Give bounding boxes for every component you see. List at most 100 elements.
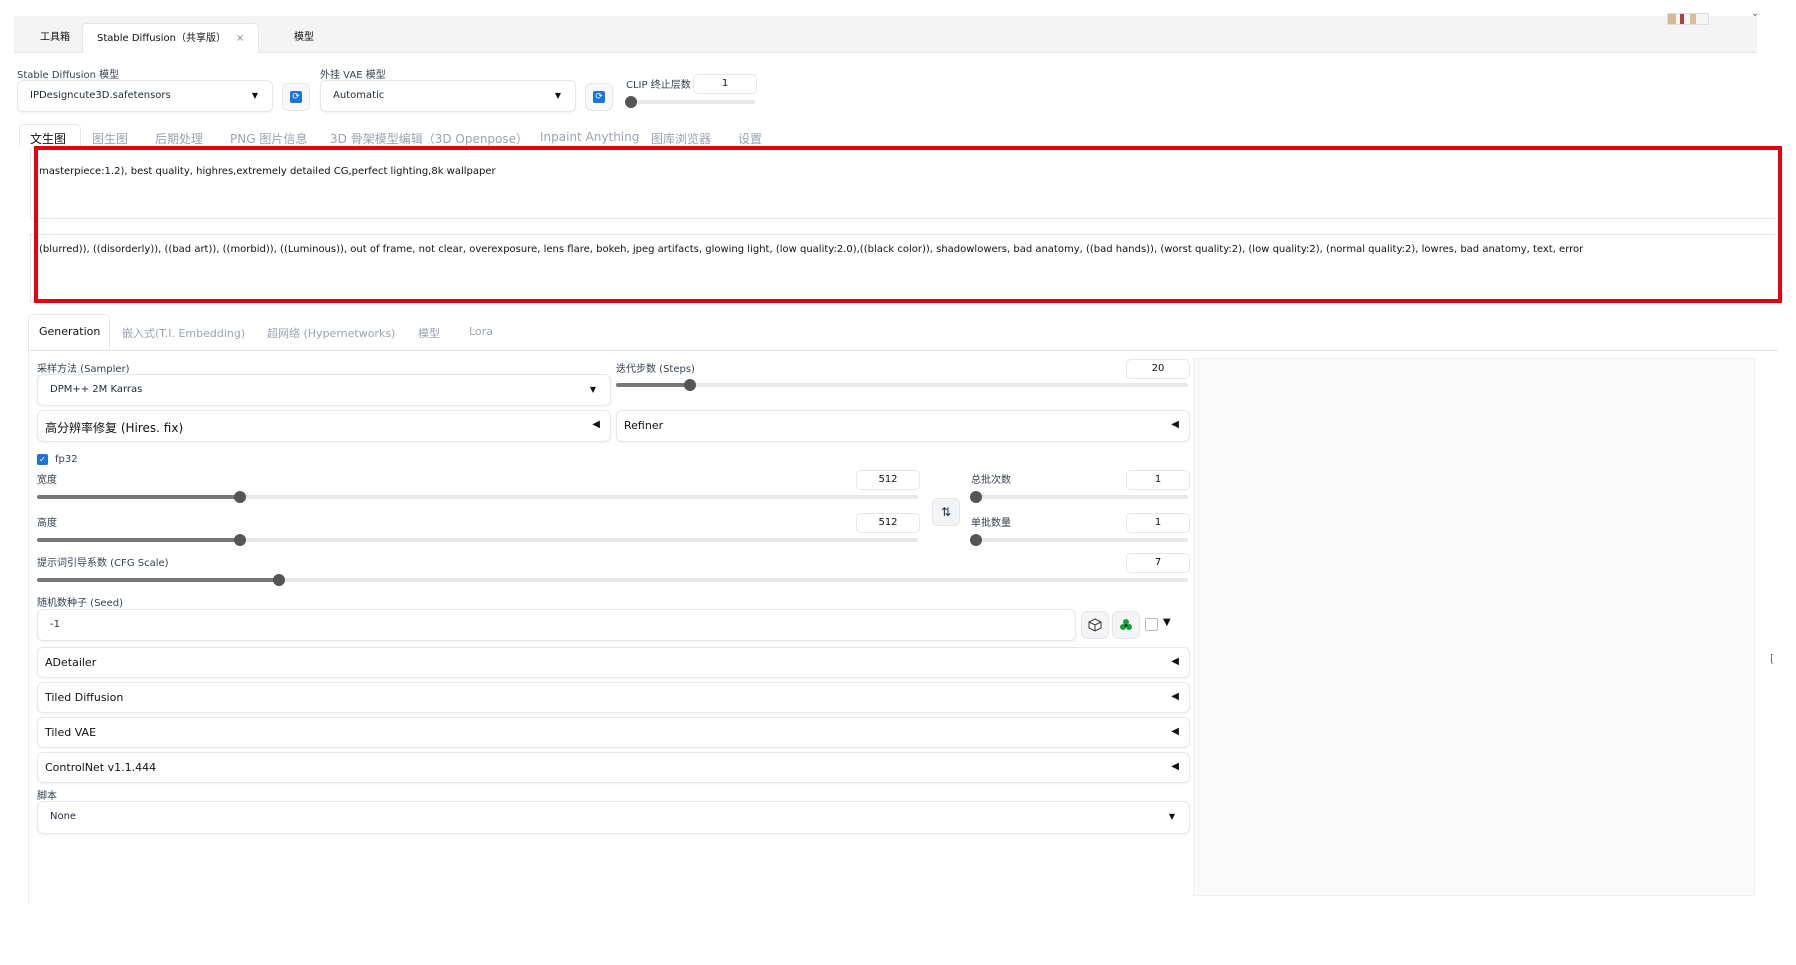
tab-settings[interactable]: 设置: [738, 130, 762, 147]
height-label: 高度: [37, 518, 57, 529]
top-tab-models[interactable]: 模型: [280, 23, 328, 52]
cfg-scale-label: 提示词引导系数 (CFG Scale): [37, 558, 169, 569]
height-slider[interactable]: [37, 534, 918, 546]
slider-knob[interactable]: [272, 574, 285, 586]
top-tab-toolbox[interactable]: 工具箱: [26, 23, 84, 52]
accordion-label: Tiled VAE: [45, 726, 97, 739]
batch-size-input[interactable]: 1: [1126, 513, 1190, 533]
tab-extras[interactable]: 后期处理: [155, 130, 203, 147]
script-dropdown[interactable]: None ▼: [37, 801, 1190, 834]
top-tab-label: 工具箱: [40, 32, 70, 43]
batch-size-slider[interactable]: [970, 534, 1188, 546]
sampler-dropdown[interactable]: DPM++ 2M Karras ▼: [37, 374, 611, 406]
cfg-scale-input[interactable]: 7: [1126, 553, 1190, 573]
collapse-arrow-icon: ◀: [1171, 419, 1179, 430]
tab-hypernetworks[interactable]: 超网络 (Hypernetworks): [267, 325, 395, 341]
fp32-label: fp32: [55, 454, 78, 465]
tab-txt2img[interactable]: 文生图: [30, 130, 66, 147]
accordion-label: Tiled Diffusion: [45, 691, 124, 704]
accordion-label: ADetailer: [45, 656, 97, 669]
vae-model-dropdown[interactable]: Automatic ▼: [320, 80, 576, 112]
top-tab-bar: 工具箱 Stable Diffusion（共享版） × 模型: [14, 16, 1757, 53]
cfg-scale-slider[interactable]: [37, 574, 1188, 586]
slider-knob[interactable]: [625, 96, 637, 108]
vae-model-value: Automatic: [333, 90, 385, 101]
tab-png-info[interactable]: PNG 图片信息: [230, 130, 307, 147]
recycle-icon: [1120, 619, 1132, 630]
fp32-checkbox[interactable]: ✓: [37, 454, 48, 465]
close-icon[interactable]: ×: [236, 33, 244, 44]
swap-icon: ⇅: [940, 505, 952, 519]
chevron-down-icon: ▼: [251, 91, 258, 100]
slider-knob[interactable]: [970, 491, 982, 503]
seed-input[interactable]: -1: [37, 609, 1076, 641]
refresh-sd-model-button[interactable]: ⟳: [282, 83, 310, 111]
top-tab-label: 模型: [294, 32, 314, 43]
width-label: 宽度: [37, 475, 57, 486]
highlight-box: [34, 146, 1782, 303]
slider-fill: [37, 578, 279, 582]
accordion-label: ControlNet v1.1.444: [45, 761, 157, 774]
tab-3d-openpose[interactable]: 3D 骨架模型编辑（3D Openpose）: [330, 130, 528, 147]
width-slider[interactable]: [37, 491, 918, 503]
clip-skip-slider[interactable]: [625, 96, 755, 108]
vae-model-label: 外挂 VAE 模型: [320, 70, 386, 81]
output-gallery-panel: [1193, 358, 1755, 896]
steps-slider[interactable]: [616, 379, 1188, 391]
clip-skip-input[interactable]: 1: [693, 74, 757, 94]
top-tab-label: Stable Diffusion（共享版）: [97, 33, 227, 44]
tab-embedding[interactable]: 嵌入式(T.I. Embedding): [122, 325, 245, 341]
random-seed-button[interactable]: [1081, 611, 1109, 639]
hires-fix-accordion[interactable]: 高分辨率修复 (Hires. fix) ◀: [37, 410, 611, 442]
slider-fill: [37, 538, 240, 542]
refiner-label: Refiner: [624, 419, 664, 432]
extra-seed-checkbox[interactable]: [1145, 618, 1158, 631]
width-input[interactable]: 512: [856, 470, 920, 490]
seed-label: 随机数种子 (Seed): [37, 598, 123, 609]
subtab-divider: [28, 350, 1778, 351]
tab-generation[interactable]: Generation: [39, 325, 100, 338]
corner-thumbnail: [1667, 13, 1709, 25]
adetailer-accordion[interactable]: ADetailer ◀: [37, 647, 1190, 678]
sampler-value: DPM++ 2M Karras: [50, 384, 143, 395]
slider-knob[interactable]: [970, 534, 982, 546]
steps-label: 迭代步数 (Steps): [616, 364, 695, 375]
sd-model-dropdown[interactable]: IPDesigncute3D.safetensors ▼: [17, 80, 273, 112]
refresh-vae-button[interactable]: ⟳: [585, 83, 613, 111]
steps-input[interactable]: 20: [1126, 359, 1190, 379]
batch-count-label: 总批次数: [971, 475, 1011, 486]
chevron-down-icon: ▼: [554, 91, 561, 100]
hires-fix-label: 高分辨率修复 (Hires. fix): [45, 421, 184, 435]
reuse-seed-button[interactable]: [1112, 611, 1140, 639]
refiner-accordion[interactable]: Refiner ◀: [616, 410, 1190, 442]
slider-knob[interactable]: [233, 534, 246, 546]
script-label: 脚本: [37, 791, 57, 802]
tiled-vae-accordion[interactable]: Tiled VAE ◀: [37, 717, 1190, 748]
slider-knob[interactable]: [233, 491, 246, 503]
seed-value: -1: [50, 619, 60, 630]
slider-fill: [37, 495, 240, 499]
tab-image-browser[interactable]: 图库浏览器: [651, 130, 711, 147]
tab-inpaint-anything[interactable]: Inpaint Anything: [540, 130, 639, 144]
chevron-down-icon: ▼: [1168, 812, 1175, 821]
tab-models[interactable]: 模型: [418, 325, 440, 341]
script-value: None: [50, 811, 77, 822]
top-tab-stable-diffusion[interactable]: Stable Diffusion（共享版） ×: [82, 23, 260, 53]
left-panel-border: [28, 350, 29, 905]
batch-count-slider[interactable]: [970, 491, 1188, 503]
batch-size-label: 单批数量: [971, 518, 1011, 529]
slider-knob[interactable]: [684, 379, 697, 391]
collapse-arrow-icon: ◀: [1171, 656, 1179, 667]
corner-minimize-icon[interactable]: ⌄: [1751, 8, 1759, 19]
swap-dimensions-button[interactable]: ⇅: [932, 498, 960, 526]
collapse-arrow-icon: ◀: [1171, 761, 1179, 772]
height-input[interactable]: 512: [856, 513, 920, 533]
tab-lora[interactable]: Lora: [469, 325, 493, 338]
sd-model-label: Stable Diffusion 模型: [17, 70, 120, 81]
refresh-icon: ⟳: [290, 91, 302, 103]
tiled-diffusion-accordion[interactable]: Tiled Diffusion ◀: [37, 682, 1190, 713]
tab-img2img[interactable]: 图生图: [92, 130, 128, 147]
batch-count-input[interactable]: 1: [1126, 470, 1190, 490]
expand-caret-icon[interactable]: ▼: [1163, 617, 1171, 628]
controlnet-accordion[interactable]: ControlNet v1.1.444 ◀: [37, 752, 1190, 783]
